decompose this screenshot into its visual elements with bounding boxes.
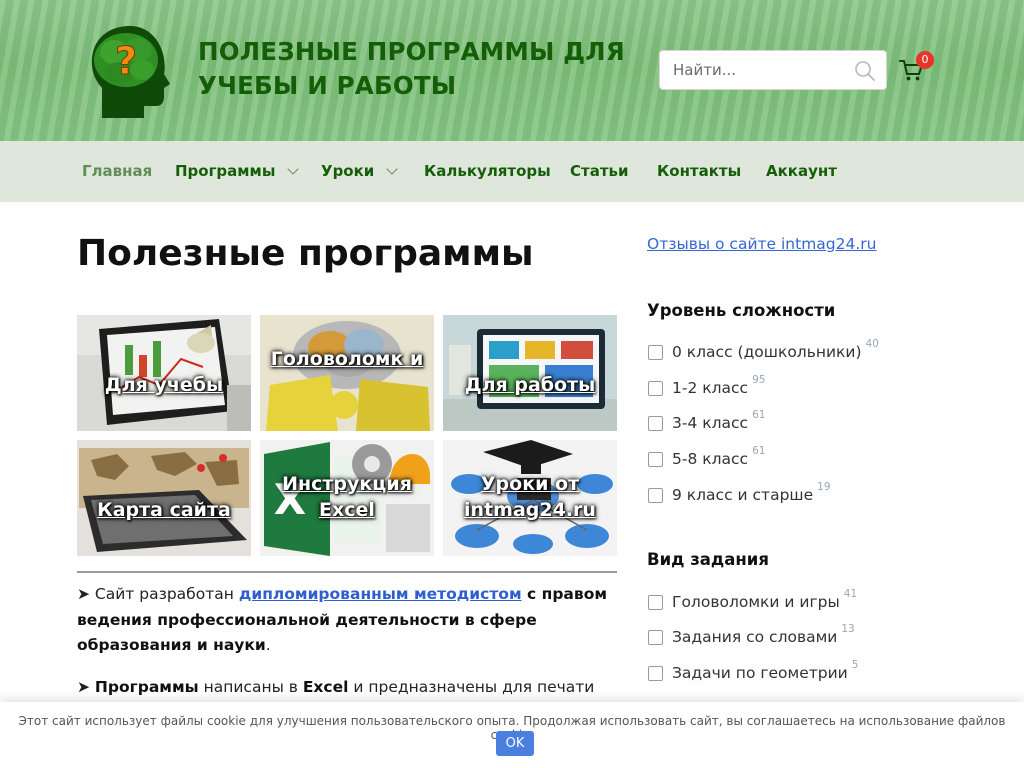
tile-lessons[interactable]: Уроки от intmag24.ru [443, 440, 617, 556]
tile-excel-guide[interactable]: X Инструкция Excel [260, 440, 434, 556]
filter-label: 5-8 класс [672, 450, 749, 468]
para-text: ➤ [77, 678, 95, 696]
search-box [659, 50, 887, 90]
nav-item-label: Калькуляторы [424, 162, 551, 180]
checkbox[interactable] [648, 345, 663, 360]
checkbox[interactable] [648, 630, 663, 645]
tile-label: Уроки от intmag24.ru [464, 473, 596, 521]
tile-work[interactable]: Для работы [443, 315, 617, 431]
nav-item-articles[interactable]: Статьи [570, 162, 629, 180]
checkbox[interactable] [648, 666, 663, 681]
checkbox[interactable] [648, 595, 663, 610]
checkbox[interactable] [648, 416, 663, 431]
nav-item-lessons[interactable]: Уроки [321, 162, 398, 180]
nav-item-contacts[interactable]: Контакты [657, 162, 741, 180]
tile-label: Карта сайта [97, 499, 231, 521]
nav-item-label: Аккаунт [766, 162, 837, 180]
tile-sitemap[interactable]: Карта сайта [77, 440, 251, 556]
methodologist-link[interactable]: дипломированным методистом [239, 585, 522, 603]
search-input[interactable] [660, 51, 850, 89]
difficulty-heading: Уровень сложности [647, 301, 836, 320]
task-type-heading: Вид задания [647, 550, 769, 569]
site-title[interactable]: ПОЛЕЗНЫЕ ПРОГРАММЫ ДЛЯ УЧЕБЫ И РАБОТЫ [198, 35, 628, 103]
cart-count-badge: 0 [916, 51, 934, 69]
filter-label: Головоломки и игры [672, 593, 840, 611]
nav-item-label: Главная [82, 162, 153, 180]
tile-study[interactable]: Для учебы [77, 315, 251, 431]
filter-label: 3-4 класс [672, 414, 749, 432]
nav-item-label: Контакты [657, 162, 742, 180]
tile-label: Для работы [464, 374, 596, 396]
site-header: ? ПОЛЕЗНЫЕ ПРОГРАММЫ ДЛЯ УЧЕБЫ И РАБОТЫ … [0, 0, 1024, 141]
filter-label: Задания со словами [672, 628, 838, 646]
chevron-down-icon [287, 163, 300, 175]
filter-count: 19 [817, 481, 831, 493]
para-bold-text: Программы [94, 678, 199, 696]
filter-count: 5 [851, 659, 859, 671]
svg-text:?: ? [115, 39, 137, 83]
nav-item-programs[interactable]: Программы [175, 162, 300, 180]
filter-label: Задачи по геометрии [672, 664, 848, 682]
para-text: ➤ Сайт разработан [77, 585, 239, 603]
intro-paragraph: ➤ Сайт разработан дипломированным методи… [77, 582, 607, 659]
content-divider [77, 571, 617, 573]
page-title: Полезные программы [77, 233, 534, 274]
nav-item-calculators[interactable]: Калькуляторы [424, 162, 551, 180]
filter-count: 13 [841, 623, 855, 635]
nav-item-account[interactable]: Аккаунт [766, 162, 837, 180]
cookie-banner: Этот сайт использует файлы cookie для ул… [0, 702, 1024, 768]
nav-item-home[interactable]: Главная [82, 162, 152, 180]
main-nav: Главная Программы Уроки Калькуляторы Ста… [0, 141, 1024, 202]
filter-count: 40 [865, 338, 879, 350]
filter-count: 95 [752, 374, 766, 386]
nav-item-label: Статьи [570, 162, 629, 180]
cookie-ok-button[interactable]: OK [496, 731, 534, 756]
filter-count: 41 [843, 588, 858, 600]
filter-label: 1-2 класс [672, 379, 749, 397]
brain-puzzle-image [260, 315, 434, 431]
para-text: написаны в [198, 678, 303, 696]
filter-count: 61 [752, 445, 766, 457]
filter-count: 61 [752, 409, 766, 421]
checkbox[interactable] [648, 452, 663, 467]
para-text: . [265, 636, 271, 654]
chevron-down-icon [386, 163, 398, 175]
site-reviews-link[interactable]: Отзывы о сайте intmag24.ru [647, 235, 877, 253]
para-bold-text: Excel [302, 678, 349, 696]
tile-puzzles[interactable]: Головоломк и [260, 315, 434, 431]
tile-label: Инструкция Excel [282, 473, 412, 521]
search-icon[interactable] [854, 60, 876, 82]
filter-label: 9 класс и старше [672, 486, 814, 504]
brain-head-question-icon[interactable]: ? [84, 22, 176, 120]
tile-label: Головоломк и [270, 348, 424, 370]
tile-label: Для учебы [104, 374, 224, 396]
checkbox[interactable] [648, 381, 663, 396]
checkbox[interactable] [648, 488, 663, 503]
nav-item-label: Уроки [321, 162, 375, 180]
filter-label: 0 класс (дошкольники) [672, 343, 862, 361]
nav-item-label: Программы [175, 162, 276, 180]
